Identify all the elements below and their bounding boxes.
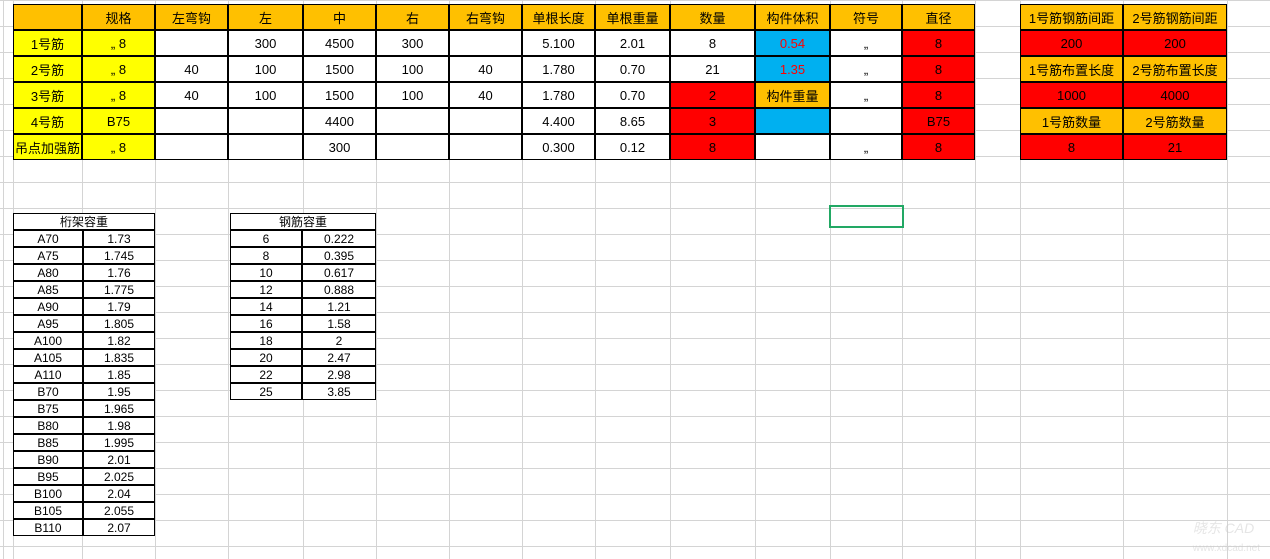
cell[interactable] (449, 134, 522, 160)
cell[interactable]: 右 (376, 4, 449, 30)
cell[interactable]: 300 (303, 134, 376, 160)
cell[interactable]: 8 (902, 56, 975, 82)
cell[interactable]: 100 (376, 82, 449, 108)
cell[interactable]: 4400 (303, 108, 376, 134)
cell[interactable]: „ (830, 30, 902, 56)
cell[interactable]: B75 (82, 108, 155, 134)
cell[interactable]: 吊点加强筋 (13, 134, 82, 160)
cell[interactable]: 4.400 (522, 108, 595, 134)
cell[interactable]: 40 (449, 82, 522, 108)
cell[interactable]: 8 (1020, 134, 1123, 160)
cell[interactable] (755, 134, 830, 160)
cell[interactable]: 1.780 (522, 56, 595, 82)
cell[interactable] (830, 108, 902, 134)
cell[interactable]: 单根重量 (595, 4, 670, 30)
cell[interactable]: „ (830, 82, 902, 108)
cell[interactable]: „ 8 (82, 30, 155, 56)
cell[interactable]: 8 (902, 82, 975, 108)
cell[interactable]: 0.70 (595, 56, 670, 82)
cell[interactable]: 1.35 (755, 56, 830, 82)
cell[interactable]: 8 (902, 30, 975, 56)
cell[interactable]: 1500 (303, 82, 376, 108)
cell[interactable]: 1500 (303, 56, 376, 82)
cell[interactable]: 0.70 (595, 82, 670, 108)
spreadsheet-grid[interactable]: 规格左弯钩左中右右弯钩单根长度单根重量数量构件体积符号直径1号筋„ 830045… (0, 0, 1270, 559)
cell[interactable]: „ 8 (82, 82, 155, 108)
cell[interactable]: 符号 (830, 4, 902, 30)
cell[interactable]: 5.100 (522, 30, 595, 56)
cell[interactable]: 4500 (303, 30, 376, 56)
cell[interactable] (449, 30, 522, 56)
cell[interactable]: 21 (670, 56, 755, 82)
cell[interactable]: 21 (1123, 134, 1227, 160)
cell[interactable]: 100 (376, 56, 449, 82)
cell[interactable]: 40 (155, 56, 228, 82)
cell[interactable] (155, 108, 228, 134)
cell[interactable]: 2号筋 (13, 56, 82, 82)
cell[interactable]: 2.01 (595, 30, 670, 56)
cell[interactable]: 1号筋钢筋间距 (1020, 4, 1123, 30)
cell[interactable]: 规格 (82, 4, 155, 30)
cell[interactable]: 8 (670, 30, 755, 56)
selected-cell (829, 205, 904, 228)
cell[interactable] (376, 108, 449, 134)
cell[interactable]: 数量 (670, 4, 755, 30)
cell[interactable]: 200 (1020, 30, 1123, 56)
cell[interactable]: 2号筋钢筋间距 (1123, 4, 1227, 30)
cell[interactable] (376, 134, 449, 160)
cell[interactable]: 4号筋 (13, 108, 82, 134)
cell[interactable]: 左 (228, 4, 303, 30)
cell[interactable]: 3号筋 (13, 82, 82, 108)
cell[interactable]: 4000 (1123, 82, 1227, 108)
cell[interactable]: 1号筋 (13, 30, 82, 56)
cell[interactable] (228, 108, 303, 134)
cell[interactable]: 100 (228, 56, 303, 82)
truss-table: 桁架容重A701.73A751.745A801.76A851.775A901.7… (13, 213, 155, 536)
cell[interactable] (755, 108, 830, 134)
cell[interactable]: 2号筋数量 (1123, 108, 1227, 134)
cell[interactable]: 构件体积 (755, 4, 830, 30)
cell[interactable]: 8.65 (595, 108, 670, 134)
cell[interactable] (155, 134, 228, 160)
cell[interactable]: „ (830, 134, 902, 160)
cell[interactable]: 0.300 (522, 134, 595, 160)
cell[interactable]: 0.12 (595, 134, 670, 160)
cell[interactable]: 1.780 (522, 82, 595, 108)
cell[interactable]: „ 8 (82, 56, 155, 82)
cell[interactable] (449, 108, 522, 134)
cell[interactable] (155, 30, 228, 56)
cell[interactable]: 1000 (1020, 82, 1123, 108)
cell[interactable]: 2号筋布置长度 (1123, 56, 1227, 82)
cell[interactable]: 100 (228, 82, 303, 108)
cell[interactable]: 3 (670, 108, 755, 134)
cell[interactable] (228, 134, 303, 160)
cell[interactable]: 构件重量 (755, 82, 830, 108)
cell[interactable]: 左弯钩 (155, 4, 228, 30)
cell[interactable]: 300 (376, 30, 449, 56)
cell[interactable]: 40 (155, 82, 228, 108)
rebar-table: 钢筋容重60.22280.395100.617120.888141.21161.… (230, 213, 376, 400)
cell[interactable]: „ (830, 56, 902, 82)
cell[interactable]: 0.54 (755, 30, 830, 56)
cell[interactable]: „ 8 (82, 134, 155, 160)
cell[interactable]: 1号筋布置长度 (1020, 56, 1123, 82)
cell[interactable]: 200 (1123, 30, 1227, 56)
cell[interactable]: 300 (228, 30, 303, 56)
cell[interactable]: B75 (902, 108, 975, 134)
cell[interactable]: 直径 (902, 4, 975, 30)
cell[interactable]: 8 (670, 134, 755, 160)
cell[interactable]: 1号筋数量 (1020, 108, 1123, 134)
cell[interactable]: 2 (670, 82, 755, 108)
cell[interactable] (13, 4, 82, 30)
cell[interactable]: 中 (303, 4, 376, 30)
cell[interactable]: 右弯钩 (449, 4, 522, 30)
watermark: 晓东 CAD www.xdcad.net (1193, 518, 1260, 554)
cell[interactable]: 单根长度 (522, 4, 595, 30)
cell[interactable]: 40 (449, 56, 522, 82)
cell[interactable]: 8 (902, 134, 975, 160)
